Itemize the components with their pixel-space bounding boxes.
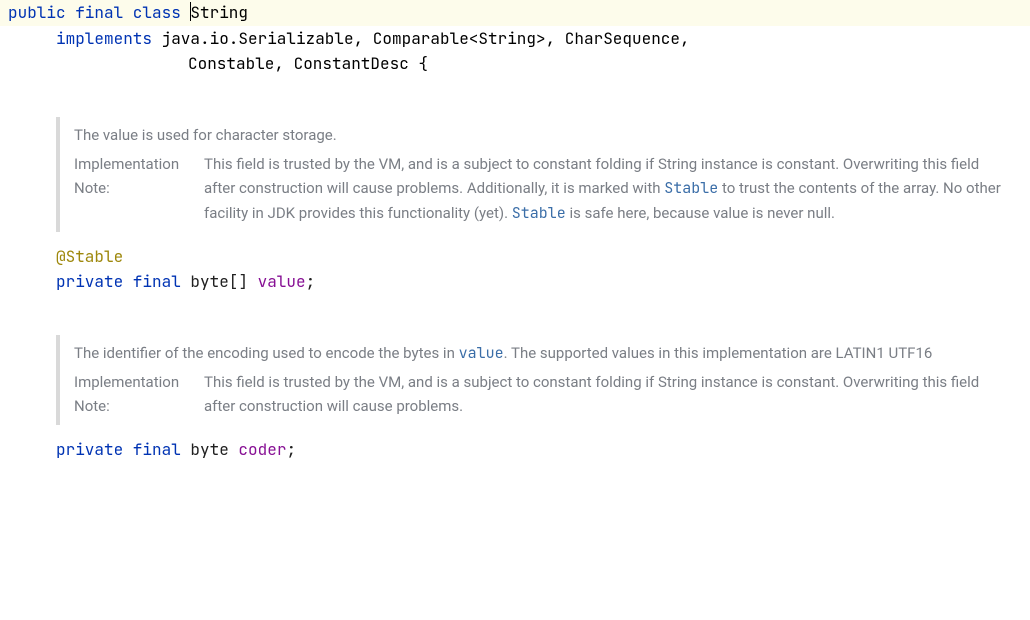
javadoc-impl-note: Implementation Note: This field is trust… [74,370,1012,420]
field-value-line[interactable]: private final byte[] value; [0,269,1030,295]
class-declaration-line[interactable]: public final class String [0,0,1030,26]
javadoc-coder[interactable]: The identifier of the encoding used to e… [56,335,1022,425]
implements-line-1[interactable]: implements java.io.Serializable, Compara… [0,26,1030,52]
javadoc-summary: The identifier of the encoding used to e… [74,341,1012,366]
javadoc-summary: The value is used for character storage. [74,123,1012,148]
field-type: byte[] [190,271,257,292]
javadoc-impl-note: Implementation Note: This field is trust… [74,152,1012,226]
annotation-line[interactable]: @Stable [0,244,1030,270]
keyword-public-final-class: public final class [8,2,190,23]
field-mods: private final [56,271,190,292]
javadoc-label: Implementation Note: [74,370,204,420]
field-mods: private final [56,439,190,460]
field-name-coder: coder [238,439,286,460]
class-name: String [190,2,248,23]
javadoc-label: Implementation Note: [74,152,204,202]
javadoc-value[interactable]: The value is used for character storage.… [56,117,1022,232]
annotation-stable: @Stable [56,246,123,267]
implements-interfaces-2: Constable, ConstantDesc { [188,53,428,74]
implements-line-2[interactable]: Constable, ConstantDesc { [0,51,1030,77]
blank-line [0,77,1030,105]
field-type: byte [190,439,238,460]
blank-line [0,295,1030,323]
field-name-value: value [258,271,306,292]
semicolon: ; [306,271,316,292]
javadoc-note-text: This field is trusted by the VM, and is … [204,152,1012,226]
doc-code-value: value [459,343,504,363]
implements-interfaces-1: java.io.Serializable, Comparable<String>… [162,28,690,49]
code-editor[interactable]: public final class String implements jav… [0,0,1030,620]
semicolon: ; [286,439,296,460]
javadoc-note-text: This field is trusted by the VM, and is … [204,370,1012,420]
field-coder-line[interactable]: private final byte coder; [0,437,1030,463]
doc-code-stable-2: Stable [512,203,566,223]
doc-code-stable-1: Stable [664,178,718,198]
keyword-implements: implements [56,28,162,49]
